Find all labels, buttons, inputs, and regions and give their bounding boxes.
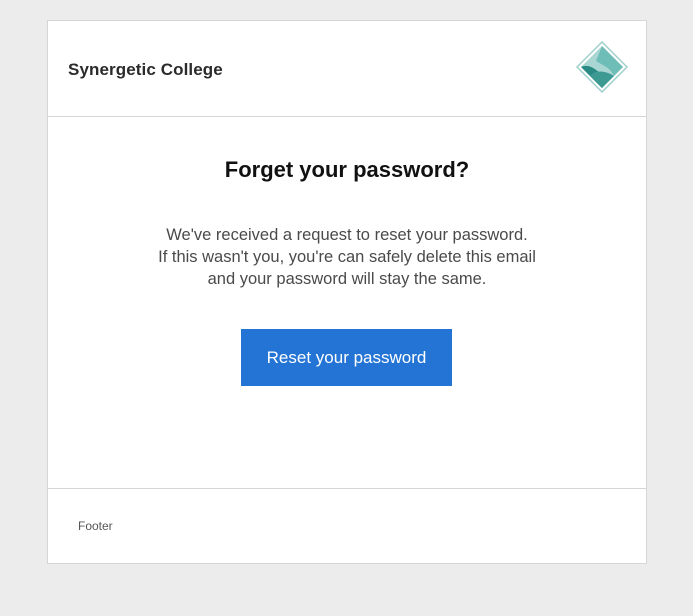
message-line: If this wasn't you, you're can safely de… [158,248,536,266]
reset-message: We've received a request to reset your p… [48,224,646,290]
diamond-logo-icon [576,41,628,93]
page-title: Forget your password? [224,157,470,182]
message-line: and your password will stay the same. [207,270,487,288]
email-header: Synergetic College [48,21,646,117]
email-body: Forget your password? We've received a r… [48,117,646,489]
brand-name: Synergetic College [68,60,223,79]
email-card: Synergetic College Forget your password?… [47,20,647,564]
footer-text: Footer [78,519,113,533]
email-footer: Footer [48,489,646,563]
message-line: We've received a request to reset your p… [166,226,528,244]
reset-password-button[interactable]: Reset your password [241,329,452,386]
